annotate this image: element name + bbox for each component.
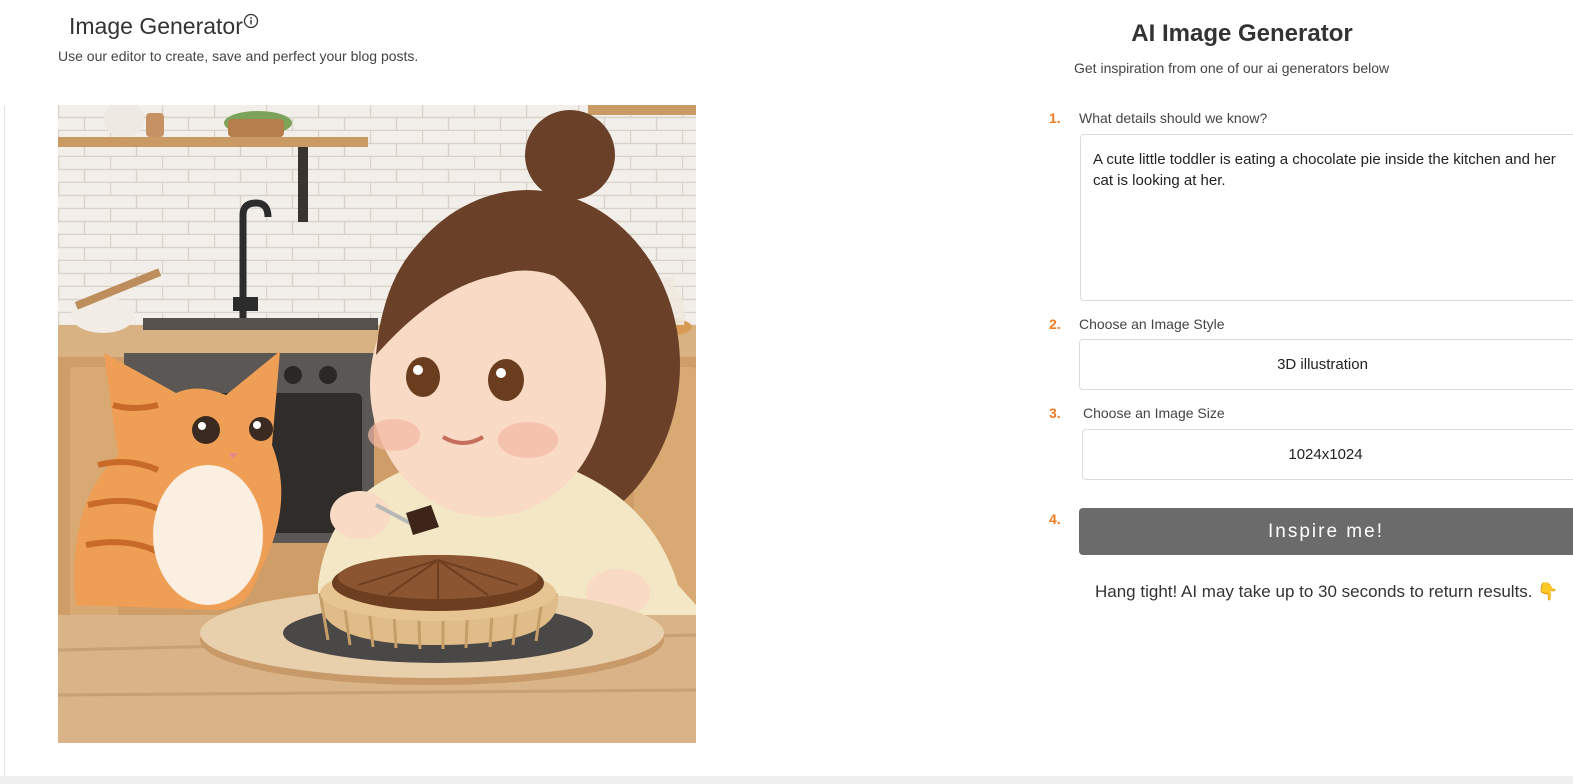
step-label-details: What details should we know? — [1079, 110, 1268, 126]
step-label-style: Choose an Image Style — [1079, 316, 1225, 332]
inspire-me-button[interactable]: Inspire me! — [1079, 508, 1573, 555]
image-style-value: 3D illustration — [1277, 356, 1368, 373]
page-subtitle: Use our editor to create, save and perfe… — [58, 48, 419, 64]
left-divider — [4, 106, 5, 776]
page-title: Image Generator — [69, 13, 243, 39]
step-number-1: 1. — [1049, 110, 1061, 126]
step-number-3: 3. — [1049, 405, 1061, 421]
generated-image — [58, 105, 696, 743]
generator-title: AI Image Generator — [1131, 20, 1353, 47]
image-size-value: 1024x1024 — [1288, 446, 1363, 463]
step-label-size: Choose an Image Size — [1083, 405, 1225, 421]
generator-subtitle: Get inspiration from one of our ai gener… — [1074, 60, 1390, 76]
step-number-2: 2. — [1049, 316, 1061, 332]
image-size-select[interactable]: 1024x1024 — [1082, 429, 1573, 480]
prompt-text: A cute little toddler is eating a chocol… — [1093, 151, 1556, 189]
step-number-4: 4. — [1049, 511, 1061, 527]
image-style-select[interactable]: 3D illustration — [1079, 339, 1573, 390]
prompt-textarea[interactable]: A cute little toddler is eating a chocol… — [1080, 134, 1573, 301]
info-circle-icon[interactable] — [243, 13, 259, 29]
bottom-strip — [0, 776, 1573, 784]
wait-message: Hang tight! AI may take up to 30 seconds… — [1095, 582, 1559, 601]
